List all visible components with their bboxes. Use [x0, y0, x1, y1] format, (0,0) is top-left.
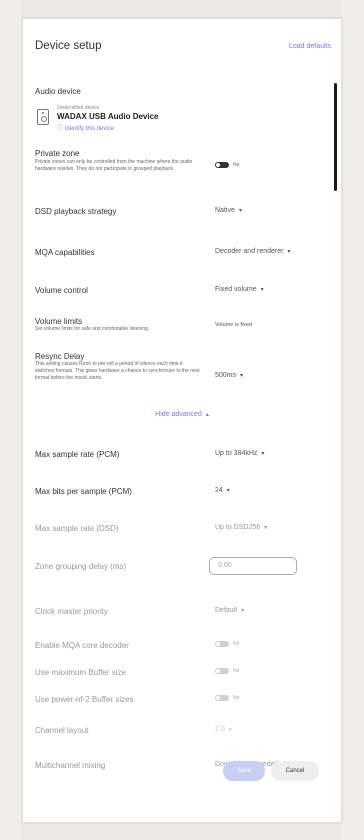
pow2-buffer-row: Use power-of-2 Buffer sizes No	[35, 692, 329, 706]
max-sample-dsd-row: Max sample rate (DSD) Up to DSD256 ▾	[35, 521, 329, 535]
toggle-text: No	[233, 695, 240, 702]
hide-advanced-link[interactable]: Hide advanced ▴	[23, 411, 341, 418]
audio-device-label: Audio device	[35, 87, 81, 96]
max-sample-dsd-dropdown[interactable]: Up to DSD256 ▾	[215, 524, 267, 531]
max-buffer-row: Use maximum Buffer size No	[35, 665, 329, 679]
private-zone-toggle[interactable]: No	[215, 162, 239, 169]
dsd-strategy-dropdown[interactable]: Native ▾	[215, 207, 242, 214]
device-card: Unidentified device WADAX USB Audio Devi…	[35, 101, 285, 135]
resync-delay-row: Resync Delay This setting causes Roon to…	[35, 352, 329, 394]
channel-layout-row: Channel layout 2.0 ▾	[35, 723, 329, 737]
toggle-switch[interactable]	[215, 668, 229, 675]
dsd-strategy-row: DSD playback strategy Native ▾	[35, 204, 329, 218]
max-sample-dsd-label: Max sample rate (DSD)	[35, 524, 119, 533]
identify-device-link[interactable]: ⓘ Identify this device	[57, 123, 114, 132]
channel-layout-label: Channel layout	[35, 726, 89, 735]
mqa-value: Decoder and renderer	[215, 248, 284, 255]
pow2-buffer-toggle[interactable]: No	[215, 695, 239, 702]
resync-delay-description: This setting causes Roon to pre-roll a p…	[35, 361, 200, 381]
caret-down-icon: ▾	[228, 727, 232, 733]
left-frame	[0, 0, 22, 840]
dialog-header: Device setup Load defaults	[23, 19, 341, 73]
dsd-strategy-label: DSD playback strategy	[35, 207, 117, 216]
clock-master-value: Default	[215, 607, 238, 614]
channel-layout-value: 2.0	[215, 726, 225, 733]
enable-mqa-core-label: Enable MQA core decoder	[35, 641, 129, 650]
caret-down-icon: ▾	[241, 608, 245, 614]
resync-delay-value: 500ms	[215, 372, 237, 379]
toggle-switch[interactable]	[215, 162, 229, 169]
caret-down-icon: ▾	[238, 208, 242, 214]
load-defaults-link[interactable]: Load defaults	[289, 43, 331, 50]
volume-control-value: Fixed volume	[215, 286, 257, 293]
identify-device-label: Identify this device	[64, 126, 115, 132]
volume-limits-value: Volume is fixed	[215, 322, 252, 328]
caret-down-icon: ▾	[260, 287, 264, 293]
clock-master-row: Clock master priority Default ▾	[35, 604, 329, 618]
toggle-text: No	[233, 162, 240, 169]
volume-limits-row: Volume limits Set volume limits for safe…	[35, 317, 329, 339]
device-setup-dialog: Device setup Load defaults Audio device …	[22, 18, 342, 823]
max-buffer-label: Use maximum Buffer size	[35, 668, 126, 677]
max-buffer-toggle[interactable]: No	[215, 668, 239, 675]
max-bits-pcm-label: Max bits per sample (PCM)	[35, 487, 132, 496]
dsd-strategy-value: Native	[215, 207, 235, 214]
volume-control-dropdown[interactable]: Fixed volume ▾	[215, 286, 264, 293]
save-button[interactable]: Save	[223, 761, 265, 781]
page-title: Device setup	[35, 40, 102, 52]
help-circle-icon: ⓘ	[57, 126, 64, 132]
max-sample-dsd-value: Up to DSD256	[215, 524, 261, 531]
clock-master-label: Clock master priority	[35, 607, 108, 616]
zone-grouping-row: Zone grouping delay (ms) 0.00	[35, 557, 329, 575]
pow2-buffer-label: Use power-of-2 Buffer sizes	[35, 695, 134, 704]
toggle-switch[interactable]	[215, 641, 229, 648]
resync-delay-label: Resync Delay	[35, 352, 85, 361]
audio-device-section: Audio device Unidentified device WADAX U…	[35, 87, 329, 139]
private-zone-description: Private zones can only be controlled fro…	[35, 159, 193, 172]
dialog-footer: Save Cancel	[23, 757, 341, 787]
cancel-button[interactable]: Cancel	[271, 761, 319, 781]
caret-down-icon: ▾	[240, 373, 244, 379]
private-zone-label: Private zone	[35, 149, 80, 158]
toggle-switch[interactable]	[215, 695, 229, 702]
toggle-text: No	[233, 641, 240, 648]
max-sample-pcm-label: Max sample rate (PCM)	[35, 450, 120, 459]
caret-down-icon: ▾	[287, 249, 291, 255]
max-bits-pcm-value: 24	[215, 487, 223, 494]
caret-down-icon: ▾	[261, 451, 265, 457]
channel-layout-dropdown[interactable]: 2.0 ▾	[215, 726, 232, 733]
caret-down-icon: ▾	[264, 525, 268, 531]
mqa-dropdown[interactable]: Decoder and renderer ▾	[215, 248, 291, 255]
enable-mqa-core-toggle[interactable]: No	[215, 641, 239, 648]
device-name: WADAX USB Audio Device	[57, 112, 159, 121]
zone-grouping-input[interactable]: 0.00	[209, 557, 297, 575]
private-zone-row: Private zone Private zones can only be c…	[35, 149, 329, 189]
max-sample-pcm-dropdown[interactable]: Up to 384kHz ▾	[215, 450, 264, 457]
volume-limits-label: Volume limits	[35, 317, 83, 326]
max-bits-pcm-dropdown[interactable]: 24 ▾	[215, 487, 230, 494]
resync-delay-dropdown[interactable]: 500ms ▾	[215, 372, 243, 379]
enable-mqa-core-row: Enable MQA core decoder No	[35, 638, 329, 652]
hide-advanced-label: Hide advanced	[155, 411, 202, 418]
caret-up-icon: ▴	[205, 412, 209, 418]
device-status: Unidentified device	[57, 105, 100, 111]
volume-limits-description: Set volume limits for safe and comfortab…	[35, 326, 150, 332]
volume-control-label: Volume control	[35, 286, 88, 295]
toggle-text: No	[233, 668, 240, 675]
mqa-row: MQA capabilities Decoder and renderer ▾	[35, 245, 329, 259]
right-frame	[342, 0, 364, 840]
scrollbar-thumb[interactable]	[334, 83, 337, 191]
max-bits-pcm-row: Max bits per sample (PCM) 24 ▾	[35, 484, 329, 498]
max-sample-pcm-row: Max sample rate (PCM) Up to 384kHz ▾	[35, 447, 329, 461]
speaker-icon	[37, 109, 49, 125]
max-sample-pcm-value: Up to 384kHz	[215, 450, 258, 457]
caret-down-icon: ▾	[226, 488, 230, 494]
clock-master-dropdown[interactable]: Default ▾	[215, 607, 244, 614]
volume-control-row: Volume control Fixed volume ▾	[35, 283, 329, 297]
